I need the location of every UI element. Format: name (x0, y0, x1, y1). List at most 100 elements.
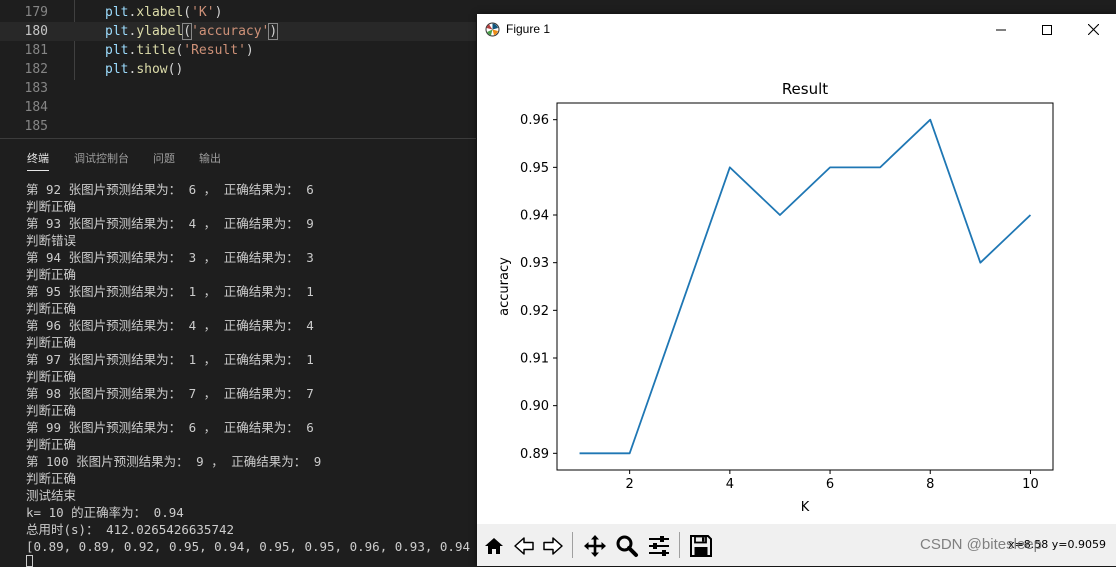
tab-terminal[interactable]: 终端 (27, 150, 49, 171)
code-token: show (136, 62, 168, 77)
code-token: plt (105, 24, 129, 39)
close-button[interactable] (1070, 14, 1116, 45)
code-token: ) (214, 5, 223, 20)
title-bar[interactable]: Figure 1 (477, 14, 1116, 45)
code-line[interactable]: 183 (0, 79, 476, 98)
terminal-line: 判断正确 (26, 301, 77, 316)
terminal-line: 第 97 张图片预测结果为： 1 ， 正确结果为： 1 (26, 352, 314, 367)
terminal-cursor (26, 555, 33, 567)
code-line[interactable]: 182 plt.show() (0, 60, 476, 79)
code-line[interactable]: 184 (0, 98, 476, 117)
x-tick-label: 10 (1022, 477, 1039, 492)
terminal-line: 第 98 张图片预测结果为： 7 ， 正确结果为： 7 (26, 386, 314, 401)
terminal-line: 总用时(s)： 412.0265426635742 (26, 522, 235, 537)
terminal-line: k= 10 的正确率为： 0.94 (26, 505, 184, 520)
code-token: () (167, 62, 184, 77)
terminal-line: 第 92 张图片预测结果为： 6 ， 正确结果为： 6 (26, 182, 314, 197)
tab-problems[interactable]: 问题 (153, 150, 175, 166)
terminal-line: 判断正确 (26, 335, 77, 350)
back-button[interactable] (510, 532, 537, 559)
code-token: ) (268, 23, 279, 40)
terminal-line: 第 93 张图片预测结果为： 4 ， 正确结果为： 9 (26, 216, 314, 231)
line-number: 183 (24, 81, 48, 96)
code-token: ) (245, 43, 254, 58)
code-token: xlabel (136, 5, 184, 20)
pan-icon (583, 534, 606, 557)
configure-subplots-button[interactable] (645, 532, 672, 559)
pan-button[interactable] (581, 532, 608, 559)
home-button[interactable] (480, 532, 507, 559)
zoom-magnifier-icon (616, 535, 638, 557)
terminal-line: 判断错误 (26, 233, 77, 248)
code-line[interactable]: 181 plt.title('Result') (0, 41, 476, 60)
x-tick-label: 2 (626, 477, 634, 492)
code-editor[interactable]: 179 plt.xlabel('K') 180 plt.ylabel('accurac… (0, 0, 476, 138)
terminal-line: 判断正确 (26, 369, 77, 384)
terminal-line: 测试结束 (26, 488, 77, 503)
terminal-line: [0.89, 0.89, 0.92, 0.95, 0.94, 0.95, 0.9… (26, 539, 471, 554)
tab-output[interactable]: 输出 (199, 150, 221, 166)
y-tick-label: 0.95 (520, 161, 549, 176)
x-axis-label: K (801, 500, 810, 515)
code-line[interactable]: 180 plt.ylabel('accuracy') (0, 22, 476, 41)
terminal-line: 第 95 张图片预测结果为： 1 ， 正确结果为： 1 (26, 284, 314, 299)
bottom-panel: 终端 调试控制台 问题 输出 第 92 张图片预测结果为： 6 ， 正确结果为：… (0, 138, 476, 567)
line-number: 182 (24, 62, 48, 77)
forward-button[interactable] (539, 532, 566, 559)
window-title: Figure 1 (506, 22, 551, 36)
code-token: 'K' (191, 5, 215, 20)
code-token: 'accuracy' (191, 24, 270, 39)
code-text: plt.ylabel('accuracy') (105, 22, 279, 41)
toolbar-separator (572, 532, 573, 558)
tab-debug-console[interactable]: 调试控制台 (74, 150, 129, 166)
line-number: 179 (24, 5, 48, 20)
x-tick-label: 6 (826, 477, 834, 492)
terminal-line: 判断正确 (26, 267, 77, 282)
minimize-button[interactable] (978, 14, 1024, 45)
close-icon (1087, 24, 1099, 35)
code-token: plt (105, 43, 129, 58)
code-line[interactable]: 185 (0, 117, 476, 136)
code-text: plt.show() (105, 60, 183, 79)
y-tick-label: 0.96 (520, 113, 549, 128)
y-tick-label: 0.93 (520, 256, 549, 271)
x-tick-label: 4 (726, 477, 734, 492)
maximize-button[interactable] (1024, 14, 1070, 45)
code-token: title (136, 43, 176, 58)
terminal-line: 第 99 张图片预测结果为： 6 ， 正确结果为： 6 (26, 420, 314, 435)
terminal-output[interactable]: 第 92 张图片预测结果为： 6 ， 正确结果为： 6 判断正确 第 93 张图片预… (26, 181, 471, 555)
terminal-line: 第 94 张图片预测结果为： 3 ， 正确结果为： 3 (26, 250, 314, 265)
x-tick-label: 8 (926, 477, 934, 492)
line-number: 184 (24, 100, 48, 115)
y-tick-label: 0.92 (520, 304, 549, 319)
floppy-disk-icon (689, 534, 712, 557)
y-tick-label: 0.91 (520, 351, 549, 366)
code-text: plt.title('Result') (105, 41, 254, 60)
back-arrow-icon (513, 536, 534, 555)
terminal-line: 判断正确 (26, 471, 77, 486)
code-token: ( (182, 23, 193, 40)
panel-tabs: 终端 调试控制台 问题 输出 (0, 139, 476, 175)
line-number: 185 (24, 119, 48, 134)
home-icon (484, 537, 503, 554)
code-token: plt (105, 5, 129, 20)
code-token: plt (105, 62, 129, 77)
code-token: ylabel (136, 24, 184, 39)
save-button[interactable] (687, 532, 714, 559)
matplotlib-icon (485, 22, 500, 37)
axes-frame (556, 102, 1054, 471)
line-chart: 2 4 6 8 10 0.89 0.90 0.91 0.92 0.93 0.94 0.95 0.96 Re… (497, 80, 1054, 515)
csdn-watermark: CSDN @bitesleep (920, 536, 1042, 553)
line-number: 180 (24, 24, 48, 39)
terminal-line: 判断正确 (26, 403, 77, 418)
line-number: 181 (24, 43, 48, 58)
code-line[interactable]: 179 plt.xlabel('K') (0, 3, 476, 22)
terminal-line: 第 100 张图片预测结果为： 9 ， 正确结果为： 9 (26, 454, 322, 469)
minimize-icon (996, 29, 1006, 30)
terminal-line: 第 96 张图片预测结果为： 4 ， 正确结果为： 4 (26, 318, 314, 333)
forward-arrow-icon (542, 536, 563, 555)
plot-canvas[interactable]: 2 4 6 8 10 0.89 0.90 0.91 0.92 0.93 0.94 0.95 0.96 Re… (477, 45, 1116, 524)
code-token: ( (183, 5, 192, 20)
zoom-button[interactable] (613, 532, 640, 559)
y-axis-label: accuracy (497, 257, 512, 316)
